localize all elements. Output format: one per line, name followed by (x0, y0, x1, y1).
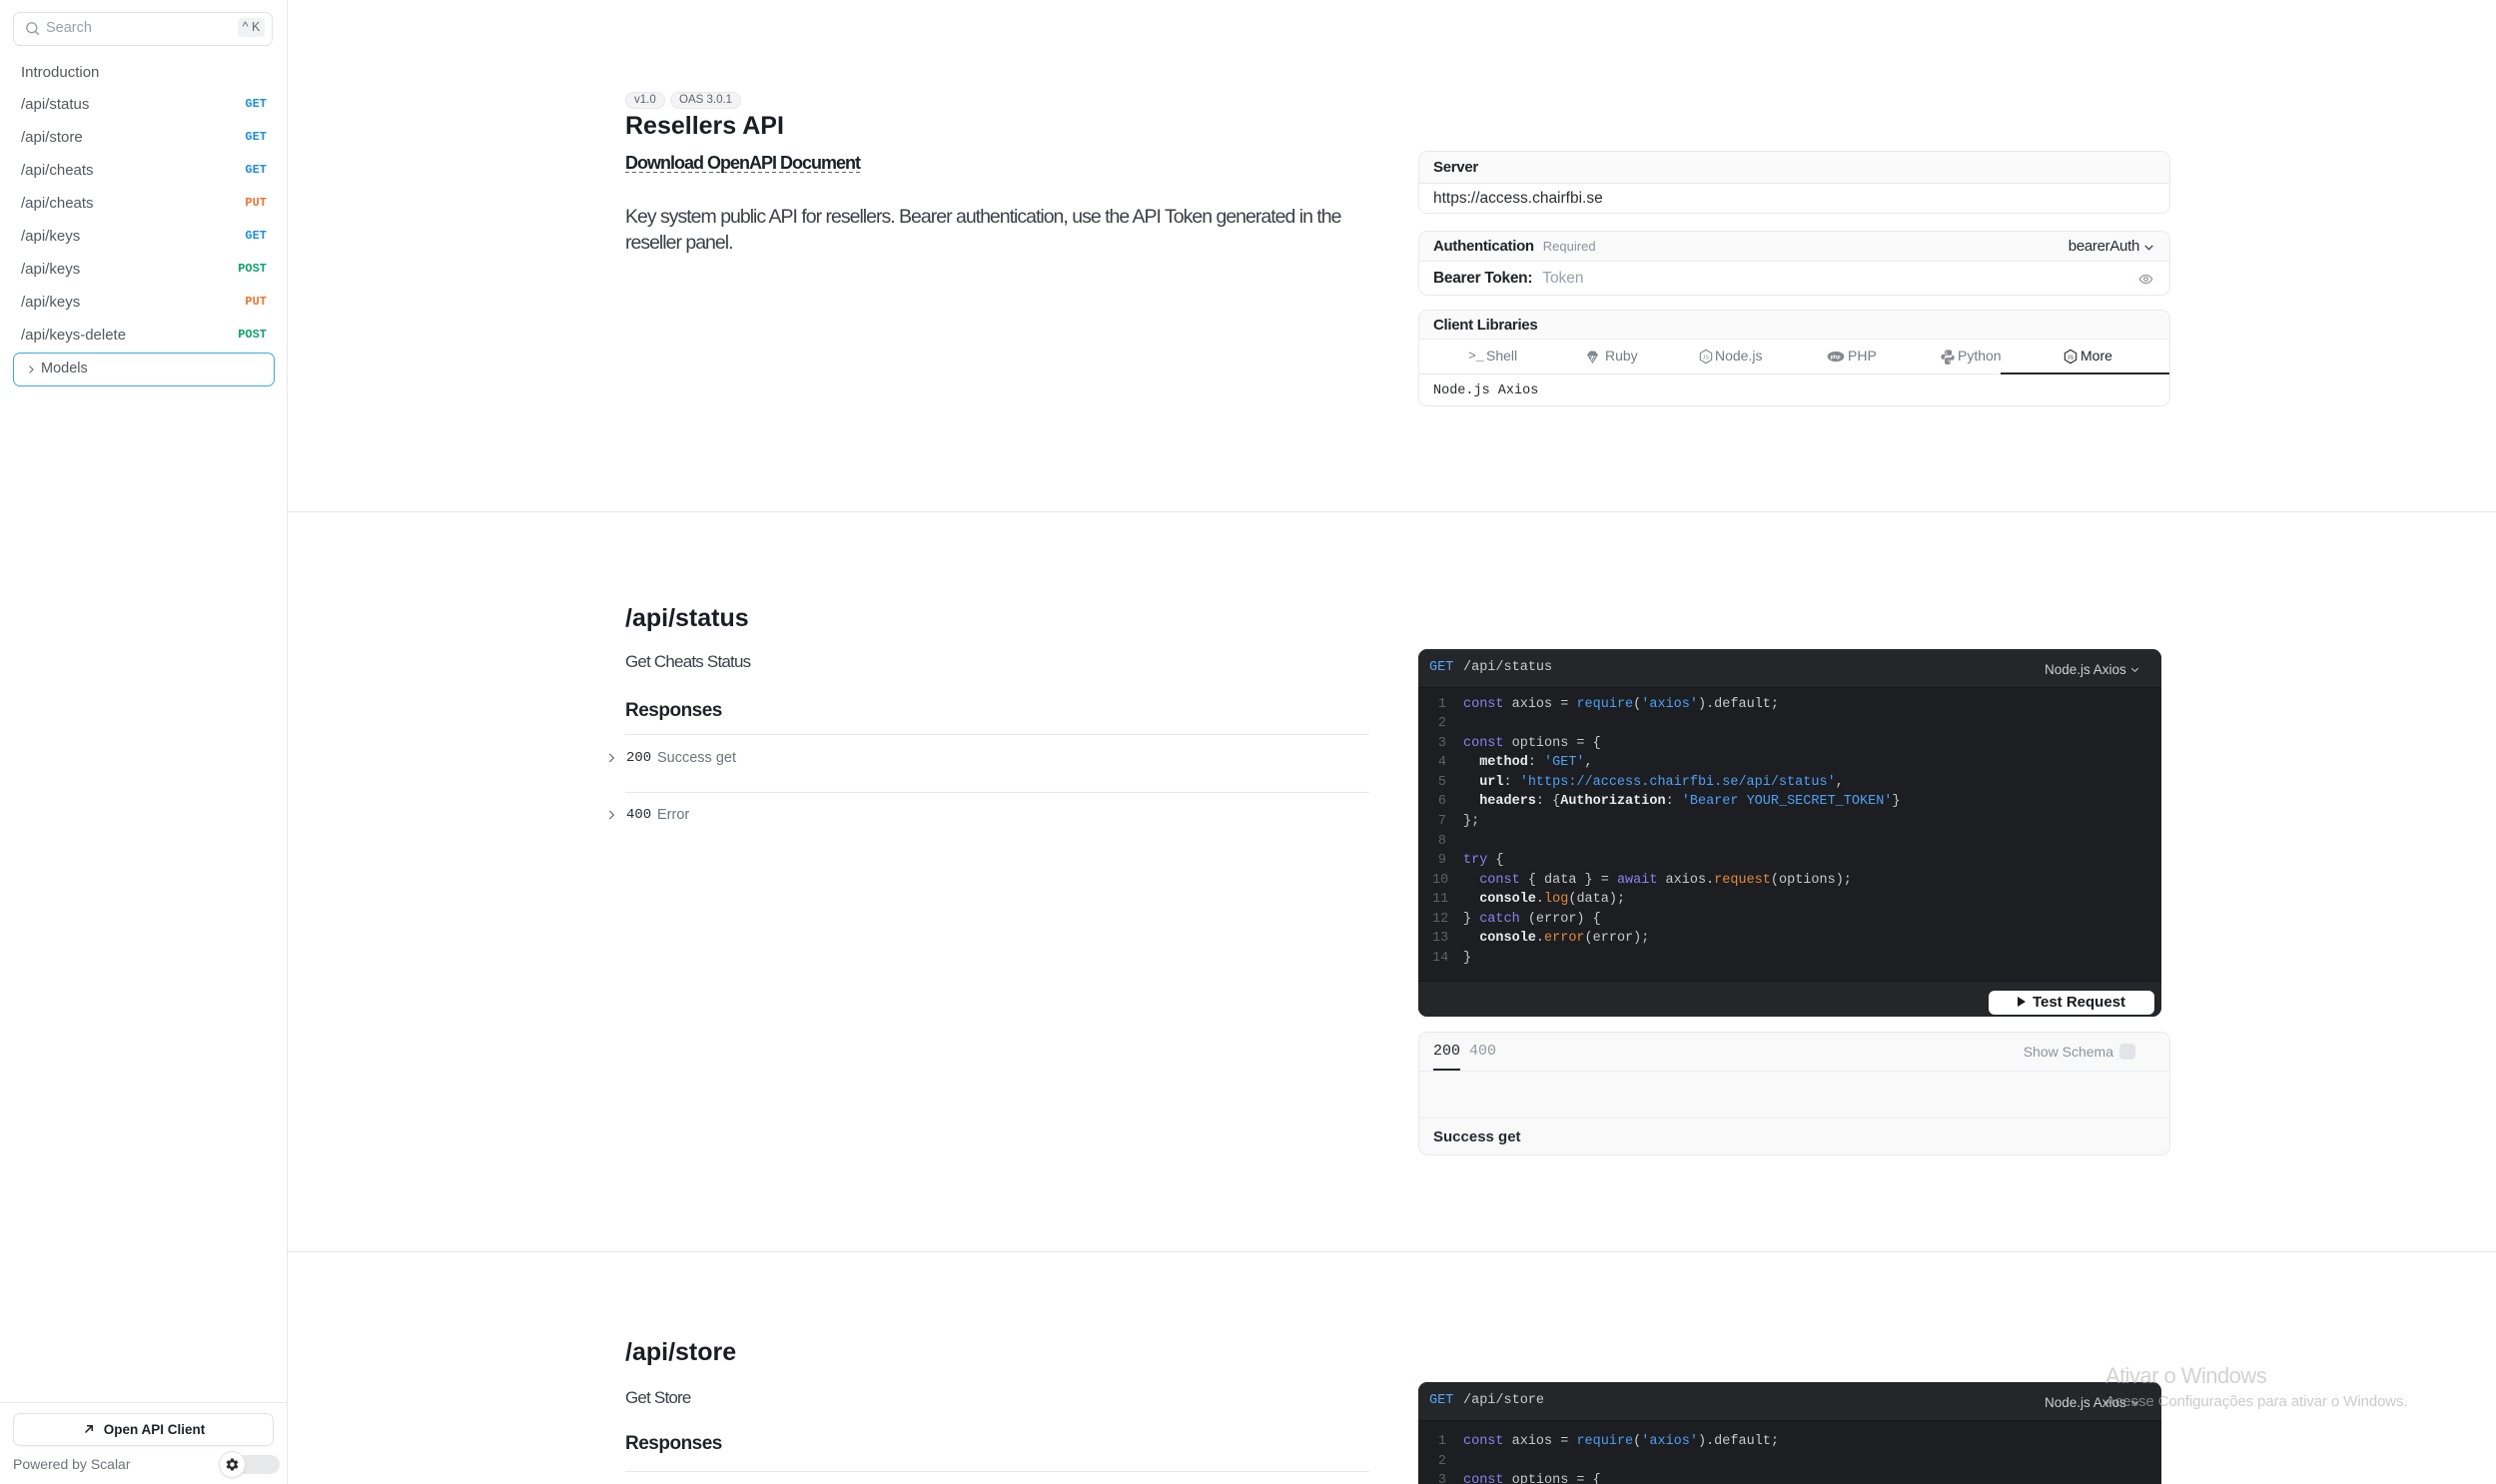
svg-text:JS: JS (2068, 355, 2075, 361)
svg-text:JS: JS (1703, 355, 1710, 361)
svg-text:php: php (1831, 355, 1842, 361)
